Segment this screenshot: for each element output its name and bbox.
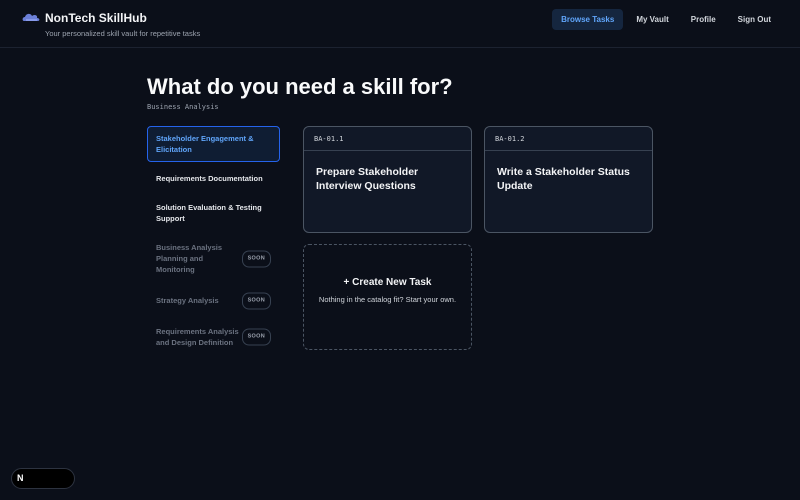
soon-badge: SOON — [241, 250, 271, 267]
task-title: Write a Stakeholder Status Update — [497, 166, 630, 192]
nav-browse-tasks[interactable]: Browse Tasks — [552, 9, 624, 30]
task-title: Prepare Stakeholder Interview Questions — [316, 166, 419, 192]
category-solution-evaluation[interactable]: Solution Evaluation & Testing Support — [147, 195, 280, 231]
cloud-icon — [22, 13, 40, 21]
category-sidebar: Stakeholder Engagement & Elicitation Req… — [147, 126, 280, 355]
category-requirements-documentation[interactable]: Requirements Documentation — [147, 166, 280, 191]
create-task-title: + Create New Task — [343, 277, 432, 288]
create-new-task-card[interactable]: + Create New Task Nothing in the catalog… — [303, 244, 472, 350]
category-label: Solution Evaluation & Testing Support — [156, 203, 262, 223]
dev-indicator[interactable]: N — [11, 468, 75, 489]
task-card[interactable]: BA-01.1 Prepare Stakeholder Interview Qu… — [303, 126, 472, 233]
category-requirements-analysis: Requirements Analysis and Design Definit… — [147, 319, 280, 355]
category-label: Stakeholder Engagement & Elicitation — [156, 134, 254, 154]
brand-title: NonTech SkillHub — [45, 11, 147, 25]
page-subtitle: Business Analysis — [147, 103, 219, 111]
create-task-subtitle: Nothing in the catalog fit? Start your o… — [318, 295, 457, 304]
nav-sign-out[interactable]: Sign Out — [729, 9, 780, 30]
category-stakeholder-engagement[interactable]: Stakeholder Engagement & Elicitation — [147, 126, 280, 162]
brand-subtitle: Your personalized skill vault for repeti… — [45, 29, 201, 38]
task-code: BA-01.2 — [485, 127, 652, 151]
page-title: What do you need a skill for? — [147, 74, 453, 99]
task-code: BA-01.1 — [304, 127, 471, 151]
nav-profile[interactable]: Profile — [682, 9, 725, 30]
soon-badge: SOON — [241, 292, 271, 309]
nextjs-n-icon: N — [17, 473, 24, 483]
category-strategy-analysis: Strategy Analysis SOON — [147, 288, 280, 313]
category-label: Requirements Documentation — [156, 174, 263, 183]
soon-badge: SOON — [241, 328, 271, 346]
category-label: Strategy Analysis — [156, 296, 219, 305]
top-bar: NonTech SkillHub Your personalized skill… — [0, 0, 800, 48]
task-card[interactable]: BA-01.2 Write a Stakeholder Status Updat… — [484, 126, 653, 233]
top-nav: Browse Tasks My Vault Profile Sign Out — [552, 9, 780, 30]
nav-my-vault[interactable]: My Vault — [627, 9, 677, 30]
category-label: Requirements Analysis and Design Definit… — [156, 327, 239, 347]
category-ba-planning: Business Analysis Planning and Monitorin… — [147, 235, 280, 282]
category-label: Business Analysis Planning and Monitorin… — [156, 243, 223, 274]
